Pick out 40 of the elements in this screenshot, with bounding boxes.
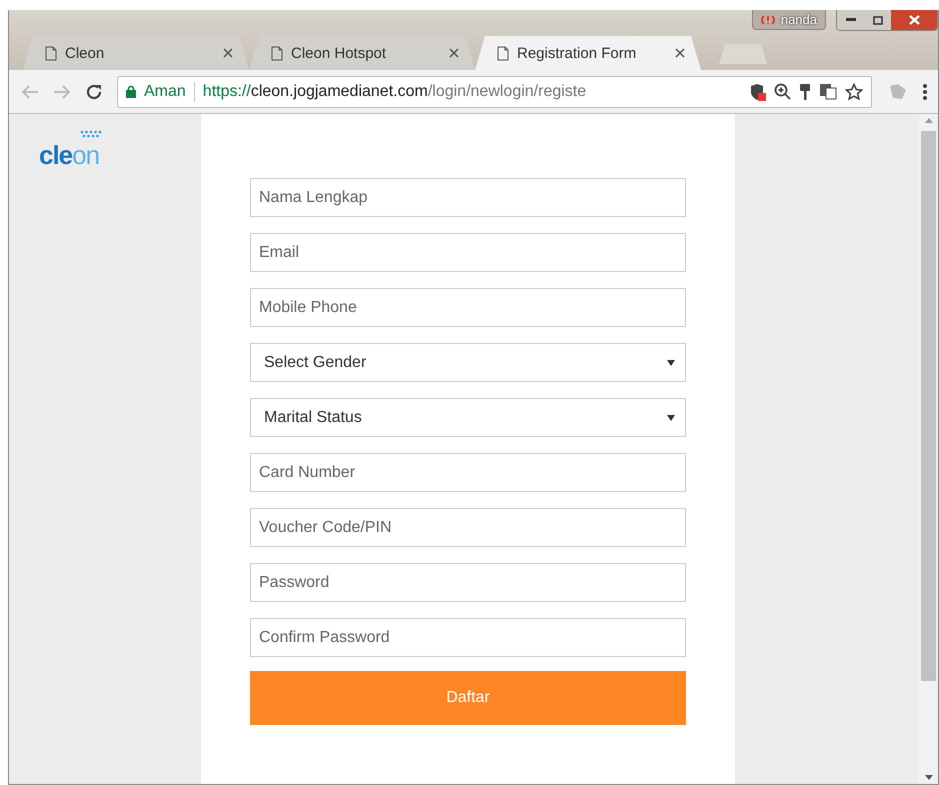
scrollbar[interactable] <box>919 114 938 784</box>
text-field[interactable]: Confirm Password <box>250 618 686 657</box>
text-field[interactable]: Card Number <box>250 453 686 492</box>
text-field[interactable]: Email <box>250 233 686 272</box>
browser-tab[interactable]: Registration Form <box>475 36 701 70</box>
address-bar[interactable]: Aman https://cleon.jogjamedianet.com/login/newlogin/registe <box>117 76 872 108</box>
text-field[interactable]: Mobile Phone <box>250 288 686 327</box>
dropdown[interactable]: Marital Status <box>250 398 686 437</box>
translate-icon[interactable] <box>819 83 837 100</box>
zoom-icon[interactable] <box>774 83 791 100</box>
caret-icon <box>667 360 675 366</box>
scroll-down-icon[interactable] <box>924 775 932 780</box>
close-icon[interactable] <box>223 48 233 58</box>
page-icon <box>45 46 57 60</box>
sync-error-icon <box>760 14 775 26</box>
close-icon <box>908 15 920 25</box>
page-icon <box>271 46 283 60</box>
url-text: https://cleon.jogjamedianet.com/login/newlogin/registe <box>202 82 588 100</box>
page-icon <box>497 46 509 60</box>
reload-icon[interactable] <box>85 82 103 100</box>
star-icon[interactable] <box>845 82 863 100</box>
lock-icon <box>126 85 136 98</box>
maximize-icon <box>873 16 883 24</box>
text-field[interactable]: Voucher Code/PIN <box>250 508 686 547</box>
minimize-button[interactable] <box>837 10 865 30</box>
shield-icon[interactable] <box>750 82 766 100</box>
menu-icon[interactable] <box>922 82 928 100</box>
text-field[interactable]: Password <box>250 563 686 602</box>
close-icon[interactable] <box>675 48 685 58</box>
minimize-icon <box>846 18 856 22</box>
browser-tab[interactable]: Cleon <box>23 36 249 70</box>
dropdown[interactable]: Select Gender <box>250 343 686 382</box>
close-icon[interactable] <box>449 48 459 58</box>
close-button[interactable] <box>891 10 937 30</box>
security-label: Aman <box>144 82 186 100</box>
maximize-button[interactable] <box>865 10 891 30</box>
browser-tab[interactable]: Cleon Hotspot <box>249 36 475 70</box>
key-icon[interactable] <box>799 82 811 100</box>
text-field[interactable]: Nama Lengkap <box>250 178 686 217</box>
caret-icon <box>667 414 675 420</box>
